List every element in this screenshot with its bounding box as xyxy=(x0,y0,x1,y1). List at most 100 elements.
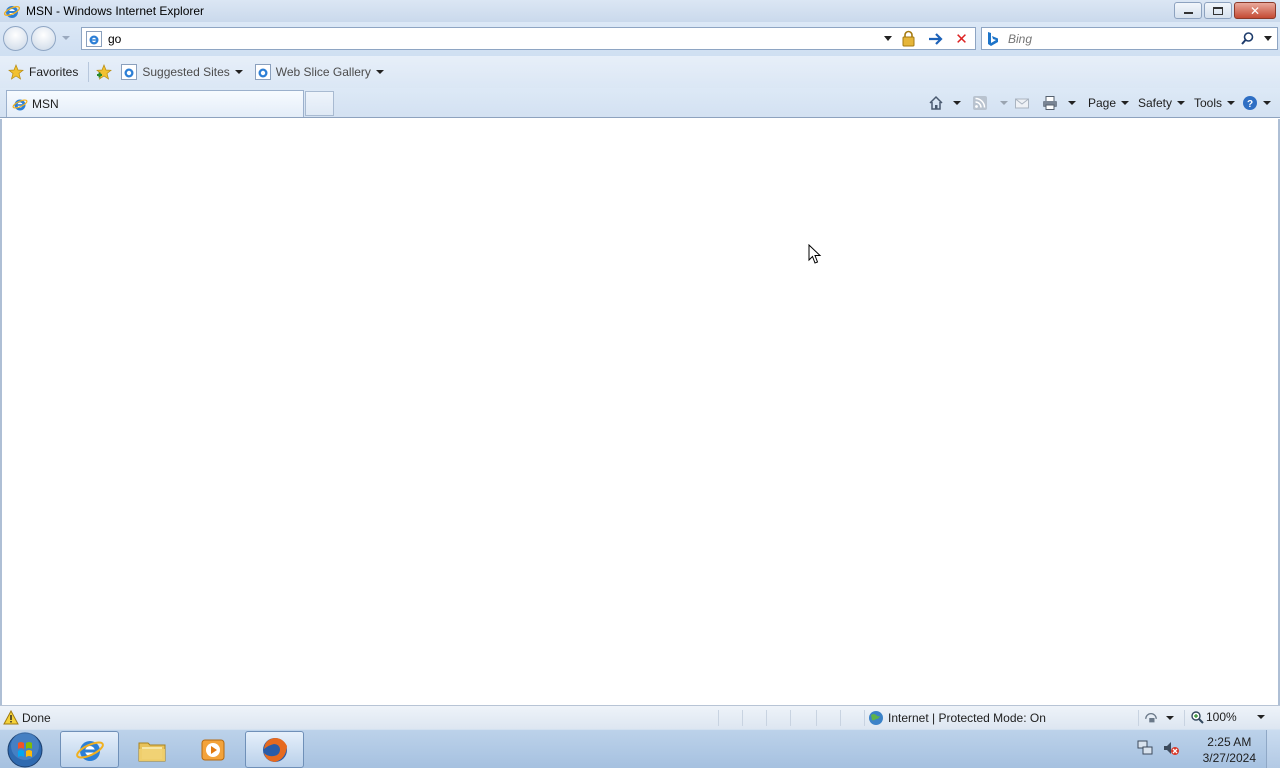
help-icon: ? xyxy=(1243,96,1257,110)
chevron-down-icon[interactable] xyxy=(1000,101,1008,105)
svg-text:?: ? xyxy=(1247,99,1253,110)
media-player-icon xyxy=(201,739,224,760)
clock[interactable]: 2:25 AM 3/27/2024 xyxy=(1203,734,1256,766)
navigation-bar: go ✕ xyxy=(0,22,1280,56)
status-separator xyxy=(816,710,817,726)
suggested-sites-ie-icon xyxy=(121,64,138,80)
favorites-label: Favorites xyxy=(29,65,79,79)
read-mail-button[interactable] xyxy=(1014,92,1030,114)
system-tray xyxy=(1136,739,1180,757)
globe-icon xyxy=(869,711,883,725)
mail-icon xyxy=(1015,98,1029,109)
chevron-down-icon[interactable] xyxy=(1256,715,1265,719)
network-icon[interactable] xyxy=(1136,739,1154,757)
web-slice-gallery-button[interactable]: Web Slice Gallery xyxy=(251,60,388,84)
new-tab-button[interactable] xyxy=(305,91,334,116)
chevron-down-icon xyxy=(234,70,243,74)
minimize-button[interactable] xyxy=(1174,2,1202,19)
tab-ie-icon xyxy=(12,99,28,111)
suggested-sites-button[interactable]: Suggested Sites xyxy=(117,60,246,84)
chevron-down-icon xyxy=(375,70,384,74)
web-slice-gallery-label: Web Slice Gallery xyxy=(275,65,371,79)
start-button[interactable] xyxy=(6,732,44,768)
printer-icon xyxy=(1043,96,1057,110)
taskbar-internet-explorer[interactable] xyxy=(60,731,119,768)
star-icon xyxy=(8,64,24,80)
clock-date: 3/27/2024 xyxy=(1202,751,1256,765)
taskbar-media-player[interactable] xyxy=(183,731,242,768)
search-input[interactable] xyxy=(1008,31,1228,46)
feeds-button[interactable] xyxy=(972,92,1008,114)
zoom-level: 100% xyxy=(1206,710,1237,724)
restore-button[interactable] xyxy=(1204,2,1232,19)
help-button[interactable]: ? xyxy=(1242,92,1271,114)
status-separator xyxy=(1184,710,1185,726)
page-menu-button[interactable]: Page xyxy=(1088,92,1130,114)
chevron-down-icon xyxy=(1177,101,1186,105)
tools-menu-button[interactable]: Tools xyxy=(1194,92,1236,114)
tab-msn[interactable]: MSN xyxy=(6,90,304,117)
lock-icon[interactable] xyxy=(900,30,917,47)
search-options-dropdown[interactable] xyxy=(1264,36,1272,41)
volume-muted-icon[interactable] xyxy=(1162,739,1180,757)
show-desktop-button[interactable] xyxy=(1266,730,1280,768)
popup-blocker-button[interactable] xyxy=(1143,711,1174,725)
address-dropdown[interactable] xyxy=(884,36,892,41)
home-icon xyxy=(929,95,943,110)
tab-label: MSN xyxy=(32,97,59,111)
status-text: Done xyxy=(22,710,51,725)
zoom-button[interactable]: 100% xyxy=(1190,710,1265,724)
page-menu-label: Page xyxy=(1088,96,1117,110)
stop-icon: ✕ xyxy=(955,31,968,48)
tools-menu-label: Tools xyxy=(1194,96,1223,110)
search-icon[interactable] xyxy=(1240,31,1255,46)
taskbar-firefox[interactable] xyxy=(245,731,304,768)
favorites-bar: Favorites Suggested Sites Web Slice Gall… xyxy=(0,56,1280,88)
recent-pages-dropdown[interactable] xyxy=(62,36,70,40)
status-bar: Done Internet | Protected Mode: On 100% xyxy=(0,705,1280,729)
chevron-down-icon xyxy=(1166,716,1174,720)
restore-icon xyxy=(1213,6,1223,15)
zoom-icon xyxy=(1191,711,1204,724)
status-separator xyxy=(766,710,767,726)
taskbar-windows-explorer[interactable] xyxy=(122,731,181,768)
bing-icon xyxy=(988,31,998,46)
tab-row: MSN Page Safety Tools ? xyxy=(0,88,1280,118)
status-separator xyxy=(1138,710,1139,726)
stop-button[interactable]: ✕ xyxy=(952,30,971,48)
status-separator xyxy=(840,710,841,726)
window-controls: ✕ xyxy=(1174,2,1276,19)
add-to-favorites-icon[interactable] xyxy=(95,64,113,80)
favorites-button[interactable]: Favorites xyxy=(4,60,82,84)
close-button[interactable]: ✕ xyxy=(1234,2,1276,19)
minimize-icon xyxy=(1183,12,1193,14)
chevron-down-icon[interactable] xyxy=(953,101,961,105)
chevron-down-icon xyxy=(1121,101,1130,105)
status-separator xyxy=(790,710,791,726)
suggested-sites-label: Suggested Sites xyxy=(142,65,230,79)
safety-menu-button[interactable]: Safety xyxy=(1138,92,1186,114)
page-content[interactable] xyxy=(0,119,1280,705)
status-separator xyxy=(864,710,865,726)
chevron-down-icon[interactable] xyxy=(1068,101,1076,105)
address-input[interactable]: go xyxy=(108,32,121,46)
back-button[interactable] xyxy=(3,26,28,51)
forward-button[interactable] xyxy=(31,26,56,51)
clock-time: 2:25 AM xyxy=(1207,735,1252,749)
rss-feed-icon xyxy=(973,96,987,110)
ie-logo-icon xyxy=(4,6,20,18)
status-separator xyxy=(742,710,743,726)
warning-icon xyxy=(3,709,19,724)
print-button[interactable] xyxy=(1042,92,1076,114)
go-arrow-icon[interactable] xyxy=(926,30,945,48)
firefox-icon xyxy=(262,737,287,762)
mouse-cursor-icon xyxy=(808,244,822,264)
taskbar: 2:25 AM 3/27/2024 xyxy=(0,729,1280,768)
page-ie-icon xyxy=(86,30,102,47)
home-button[interactable] xyxy=(928,92,961,114)
search-box[interactable] xyxy=(981,27,1278,50)
internet-explorer-icon xyxy=(75,740,104,761)
address-bar[interactable]: go xyxy=(81,27,976,50)
security-zone[interactable]: Internet | Protected Mode: On xyxy=(868,710,1046,726)
safety-menu-label: Safety xyxy=(1138,96,1173,110)
